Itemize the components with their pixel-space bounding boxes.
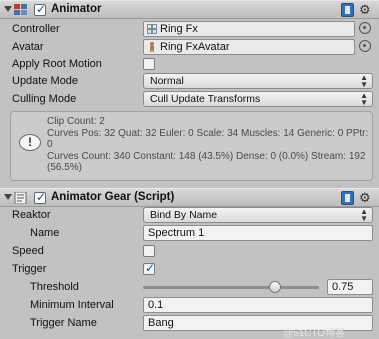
culling-mode-label: Culling Mode (12, 93, 77, 105)
animator-info-box: Clip Count: 2 Curves Pos: 32 Quat: 32 Eu… (10, 111, 373, 181)
animator-gear-enabled-checkbox[interactable] (34, 190, 46, 204)
dropdown-arrows-icon: ▲ ▼ (360, 91, 368, 107)
animator-title: Animator (51, 3, 102, 15)
minimum-interval-row: Minimum Interval 0.1 (0, 296, 379, 315)
help-book-icon[interactable] (341, 191, 354, 205)
update-mode-dropdown[interactable]: Normal ▲ ▼ (143, 73, 373, 89)
speed-checkbox[interactable] (143, 245, 155, 257)
threshold-label: Threshold (30, 281, 79, 293)
help-book-icon[interactable] (341, 3, 354, 17)
reaktor-row: Reaktor Bind By Name ▲ ▼ (0, 206, 379, 225)
reaktor-label: Reaktor (12, 209, 51, 221)
dropdown-arrows-icon: ▲ ▼ (360, 207, 368, 223)
name-row: Name Spectrum 1 (0, 224, 379, 243)
info-speech-bubble-icon (19, 134, 41, 151)
controller-label: Controller (12, 23, 60, 35)
controller-value: Ring Fx (160, 23, 198, 35)
speed-row: Speed (0, 242, 379, 261)
update-mode-label: Update Mode (12, 75, 79, 87)
update-mode-value: Normal (150, 75, 184, 87)
dropdown-arrows-icon: ▲ ▼ (360, 73, 368, 89)
trigger-row: Trigger (0, 260, 379, 279)
curves-count-text: Curves Count: 340 Constant: 148 (43.5%) … (47, 150, 366, 174)
avatar-field[interactable]: Ring FxAvatar (143, 39, 355, 55)
avatar-label: Avatar (12, 41, 44, 53)
threshold-value: 0.75 (332, 281, 354, 293)
threshold-slider[interactable] (143, 279, 319, 295)
animator-gear-header[interactable]: Animator Gear (Script) ⚙ (0, 188, 379, 207)
culling-mode-value: Cull Update Transforms (150, 93, 261, 105)
culling-mode-dropdown[interactable]: Cull Update Transforms ▲ ▼ (143, 91, 373, 107)
name-value: Spectrum 1 (148, 227, 205, 239)
culling-mode-row: Culling Mode Cull Update Transforms ▲ ▼ (0, 90, 379, 109)
trigger-label: Trigger (12, 263, 47, 275)
threshold-field[interactable]: 0.75 (327, 279, 373, 295)
trigger-name-value: Bang (148, 317, 174, 329)
animator-controller-icon (147, 24, 157, 34)
trigger-name-label: Trigger Name (30, 317, 97, 329)
animator-gear-title: Animator Gear (Script) (51, 191, 175, 203)
apply-root-motion-checkbox[interactable] (143, 58, 155, 70)
speed-label: Speed (12, 245, 44, 257)
animator-icon (14, 4, 27, 15)
curves-pos-text: Curves Pos: 32 Quat: 32 Euler: 0 Scale: … (47, 127, 369, 151)
fold-triangle-icon[interactable] (4, 6, 12, 12)
animator-enabled-checkbox[interactable] (34, 2, 46, 16)
animator-info-text: Clip Count: 2 Curves Pos: 32 Quat: 32 Eu… (47, 116, 369, 174)
fold-triangle-icon[interactable] (4, 194, 12, 200)
clip-count-text: Clip Count: 2 (47, 116, 105, 127)
threshold-slider-track[interactable] (143, 286, 319, 289)
animator-header[interactable]: Animator ⚙ (0, 0, 379, 19)
controller-row: Controller Ring Fx (0, 20, 379, 39)
apply-root-motion-label: Apply Root Motion (12, 58, 102, 70)
gear-icon[interactable]: ⚙ (359, 190, 371, 206)
reaktor-dropdown[interactable]: Bind By Name ▲ ▼ (143, 207, 373, 223)
trigger-checkbox[interactable] (143, 261, 155, 275)
minimum-interval-label: Minimum Interval (30, 299, 114, 311)
watermark: @51CTO博客 (283, 328, 346, 339)
minimum-interval-field[interactable]: 0.1 (143, 297, 373, 313)
controller-field[interactable]: Ring Fx (143, 21, 355, 37)
script-icon (14, 192, 27, 204)
avatar-picker-icon[interactable] (359, 40, 371, 52)
minimum-interval-value: 0.1 (148, 299, 164, 311)
update-mode-row: Update Mode Normal ▲ ▼ (0, 72, 379, 91)
name-field[interactable]: Spectrum 1 (143, 225, 373, 241)
reaktor-value: Bind By Name (150, 209, 218, 221)
gear-icon[interactable]: ⚙ (359, 2, 371, 18)
avatar-icon (150, 42, 154, 52)
name-label: Name (30, 227, 60, 239)
avatar-value: Ring FxAvatar (160, 41, 230, 53)
threshold-slider-thumb[interactable] (269, 281, 281, 293)
controller-picker-icon[interactable] (359, 22, 371, 34)
threshold-row: Threshold 0.75 (0, 278, 379, 297)
